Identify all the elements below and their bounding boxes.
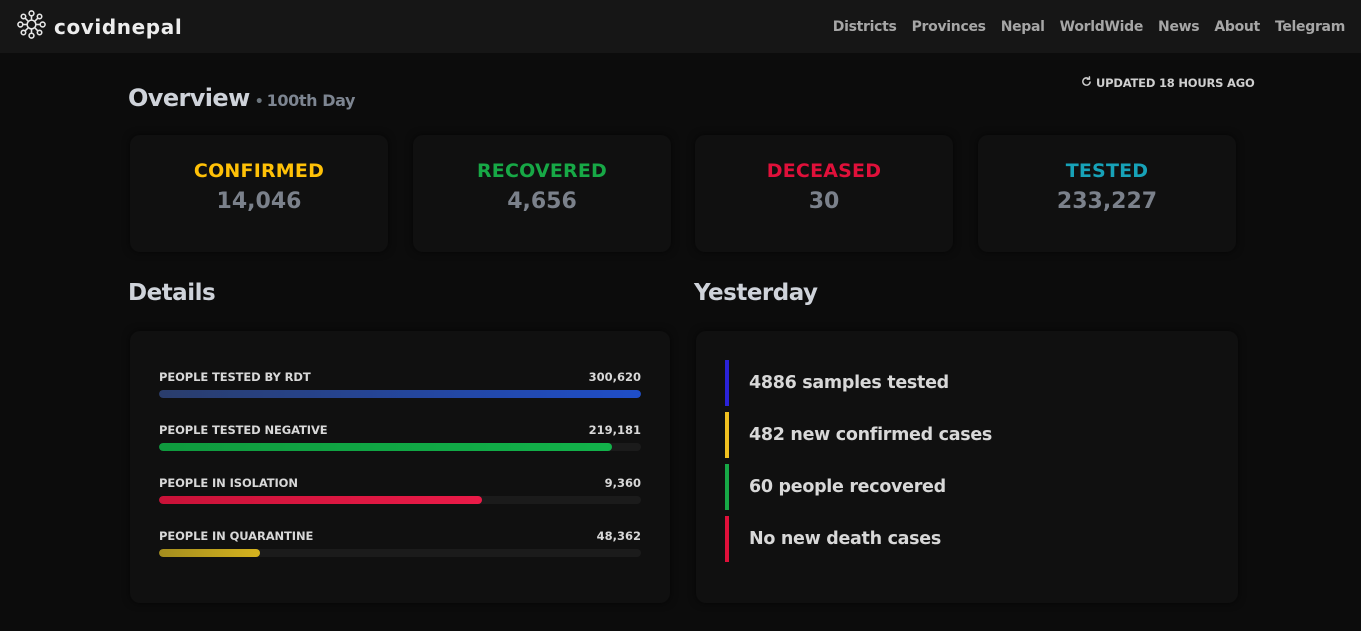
detail-row-rdt: PEOPLE TESTED BY RDT 300,620 [159,370,641,398]
yesterday-text: 482 new confirmed cases [749,425,993,445]
nav-nepal[interactable]: Nepal [1001,19,1045,35]
brand-link[interactable]: covidnepal [16,9,182,44]
detail-row-negative: PEOPLE TESTED NEGATIVE 219,181 [159,423,641,451]
progress-track [159,443,641,451]
progress-track [159,390,641,398]
yesterday-item-deaths: No new death cases [725,516,941,562]
nav-telegram[interactable]: Telegram [1275,19,1345,35]
yesterday-text: 60 people recovered [749,477,946,497]
nav-districts[interactable]: Districts [833,19,897,35]
stat-card-tested: TESTED 233,227 [978,135,1236,252]
nav-about[interactable]: About [1214,19,1260,35]
details-card: PEOPLE TESTED BY RDT 300,620 PEOPLE TEST… [130,331,670,603]
refresh-icon [1081,76,1092,90]
progress-fill [159,390,641,398]
stat-card-deceased: DECEASED 30 [695,135,953,252]
progress-track [159,496,641,504]
nav-links: Districts Provinces Nepal WorldWide News… [818,19,1346,35]
progress-track [159,549,641,557]
yesterday-card: 4886 samples tested 482 new confirmed ca… [696,331,1238,603]
yesterday-color-bar [725,516,729,562]
detail-label: PEOPLE TESTED NEGATIVE [159,423,328,437]
stat-label-confirmed: CONFIRMED [193,160,325,182]
detail-row-quarantine: PEOPLE IN QUARANTINE 48,362 [159,529,641,557]
detail-value: 48,362 [596,529,641,543]
yesterday-color-bar [725,412,729,458]
yesterday-item-tested: 4886 samples tested [725,360,949,406]
yesterday-item-recovered: 60 people recovered [725,464,946,510]
progress-fill [159,496,483,504]
detail-label: PEOPLE TESTED BY RDT [159,370,311,384]
details-title: Details [128,280,216,306]
stat-value-deceased: 30 [808,189,840,214]
detail-value: 219,181 [588,423,641,437]
yesterday-text: No new death cases [749,529,941,549]
detail-value: 300,620 [588,370,641,384]
yesterday-color-bar [725,464,729,510]
detail-label: PEOPLE IN QUARANTINE [159,529,314,543]
stat-value-tested: 233,227 [1056,189,1158,214]
stat-value-confirmed: 14,046 [216,189,302,214]
detail-row-isolation: PEOPLE IN ISOLATION 9,360 [159,476,641,504]
yesterday-color-bar [725,360,729,406]
overview-heading: Overview • 100th Day [128,84,355,112]
detail-value: 9,360 [604,476,641,490]
brand-name: covidnepal [54,14,183,39]
updated-indicator: UPDATED 18 HOURS AGO [1081,76,1255,90]
stat-label-recovered: RECOVERED [476,160,608,182]
overview-day: 100th Day [266,91,356,110]
nav-news[interactable]: News [1158,19,1200,35]
stat-label-deceased: DECEASED [766,160,882,182]
stat-card-confirmed: CONFIRMED 14,046 [130,135,388,252]
nav-worldwide[interactable]: WorldWide [1060,19,1144,35]
stat-card-recovered: RECOVERED 4,656 [413,135,671,252]
updated-text: UPDATED 18 HOURS AGO [1096,76,1255,90]
nav-provinces[interactable]: Provinces [912,19,986,35]
stat-value-recovered: 4,656 [507,189,577,214]
yesterday-text: 4886 samples tested [749,373,949,393]
stat-label-tested: TESTED [1065,160,1149,182]
yesterday-item-confirmed: 482 new confirmed cases [725,412,992,458]
overview-title: Overview [128,84,250,112]
top-navbar: covidnepal Districts Provinces Nepal Wor… [0,0,1361,53]
virus-logo-icon [16,9,47,44]
progress-fill [159,549,260,557]
yesterday-title: Yesterday [694,280,818,306]
detail-label: PEOPLE IN ISOLATION [159,476,298,490]
progress-fill [159,443,613,451]
overview-bullet: • [254,94,264,110]
